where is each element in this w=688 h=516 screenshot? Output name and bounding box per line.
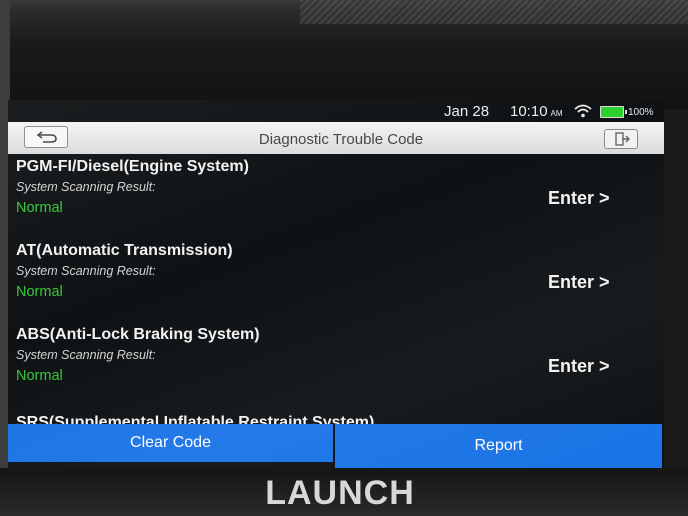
system-name: PGM-FI/Diesel(Engine System) [16,158,249,175]
status-date: Jan 28 [444,103,490,120]
enter-button[interactable]: Enter > [548,272,610,293]
exit-button[interactable] [604,129,638,149]
brand-logo: LAUNCH [265,474,415,512]
status-time-value: 10:10 [510,103,548,120]
system-scan-label: System Scanning Result: [16,348,156,362]
page-title: Diagnostic Trouble Code [258,131,424,148]
status-time: 10:10 AM [510,103,563,120]
system-list: PGM-FI/Diesel(Engine System) System Scan… [8,156,664,424]
system-name: AT(Automatic Transmission) [16,242,233,259]
status-bar: Jan 28 10:10 AM 100% [8,100,664,122]
system-status: Normal [16,284,63,300]
device-bezel-top [0,0,688,110]
enter-button[interactable]: Enter > [548,356,610,377]
system-row-srs[interactable]: SRS(Supplemental Inflatable Restraint Sy… [8,406,664,424]
title-bar: Diagnostic Trouble Code [8,122,664,154]
system-name: ABS(Anti-Lock Braking System) [16,326,260,343]
system-scan-label: System Scanning Result: [16,180,156,194]
back-button[interactable] [24,126,68,148]
system-row-transmission: AT(Automatic Transmission) System Scanni… [8,240,664,324]
system-status: Normal [16,368,63,384]
battery-icon [600,106,627,118]
clear-code-button[interactable]: Clear Code [8,424,333,462]
wifi-icon [574,104,592,118]
system-row-abs: ABS(Anti-Lock Braking System) System Sca… [8,324,664,408]
system-status: Normal [16,200,63,216]
system-name: SRS(Supplemental Inflatable Restraint Sy… [16,414,375,424]
system-row-engine: PGM-FI/Diesel(Engine System) System Scan… [8,156,664,240]
battery-level: 100% [628,107,654,118]
status-am-pm: AM [550,109,563,118]
device-screen: Jan 28 10:10 AM 100% Diagnostic Trouble C… [8,100,664,468]
enter-button[interactable]: Enter > [548,188,610,209]
report-button[interactable]: Report [335,424,662,468]
system-scan-label: System Scanning Result: [16,264,156,278]
